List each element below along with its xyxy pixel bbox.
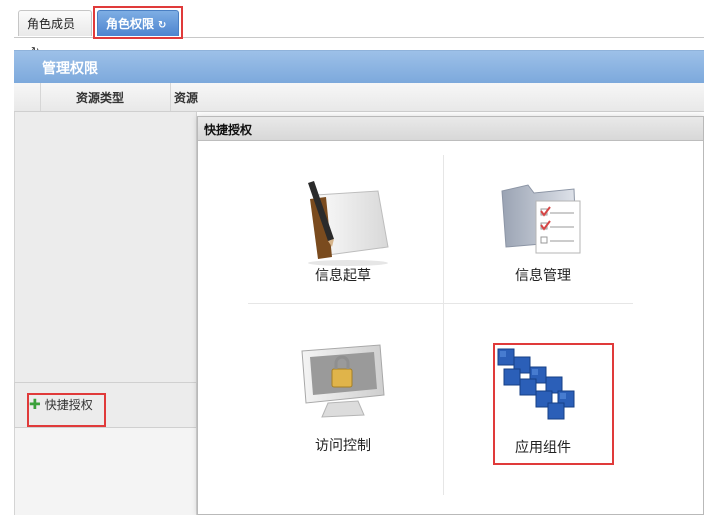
tile-label: 信息起草 (315, 268, 371, 284)
tile-info-draft[interactable]: 信息起草 (268, 167, 418, 317)
highlight-box (93, 6, 183, 39)
tile-info-management[interactable]: 信息管理 (468, 167, 618, 317)
panel-header: 管理权限 (14, 50, 704, 83)
tile-label: 访问控制 (315, 438, 371, 454)
table-header: 资源类型 资源 (14, 83, 704, 112)
left-bottom-area (14, 428, 197, 515)
column-separator (170, 83, 171, 111)
dialog-title: 快捷授权 (204, 123, 253, 137)
grid-divider-vertical (443, 155, 444, 495)
tile-access-control[interactable]: 访问控制 (268, 335, 418, 485)
panel-title: 管理权限 (42, 61, 98, 77)
tab-role-members[interactable]: 角色成员↻ (18, 10, 92, 57)
folder-checklist-icon (501, 184, 581, 254)
monitor-lock-icon (301, 344, 385, 418)
column-resource[interactable]: 资源 (174, 89, 198, 106)
quick-authorize-dialog: 快捷授权 信息起草 信息管理 访问控制 应用组件 (197, 116, 704, 515)
column-resource-type[interactable]: 资源类型 (76, 89, 124, 106)
column-separator (40, 83, 41, 111)
tile-label: 信息管理 (515, 268, 571, 284)
tab-label: 角色成员 (27, 17, 76, 31)
notebook-pen-icon (308, 181, 389, 266)
left-pane (14, 112, 197, 382)
dialog-title-bar: 快捷授权 (198, 117, 703, 141)
highlight-box (493, 343, 614, 465)
highlight-box (27, 393, 106, 427)
